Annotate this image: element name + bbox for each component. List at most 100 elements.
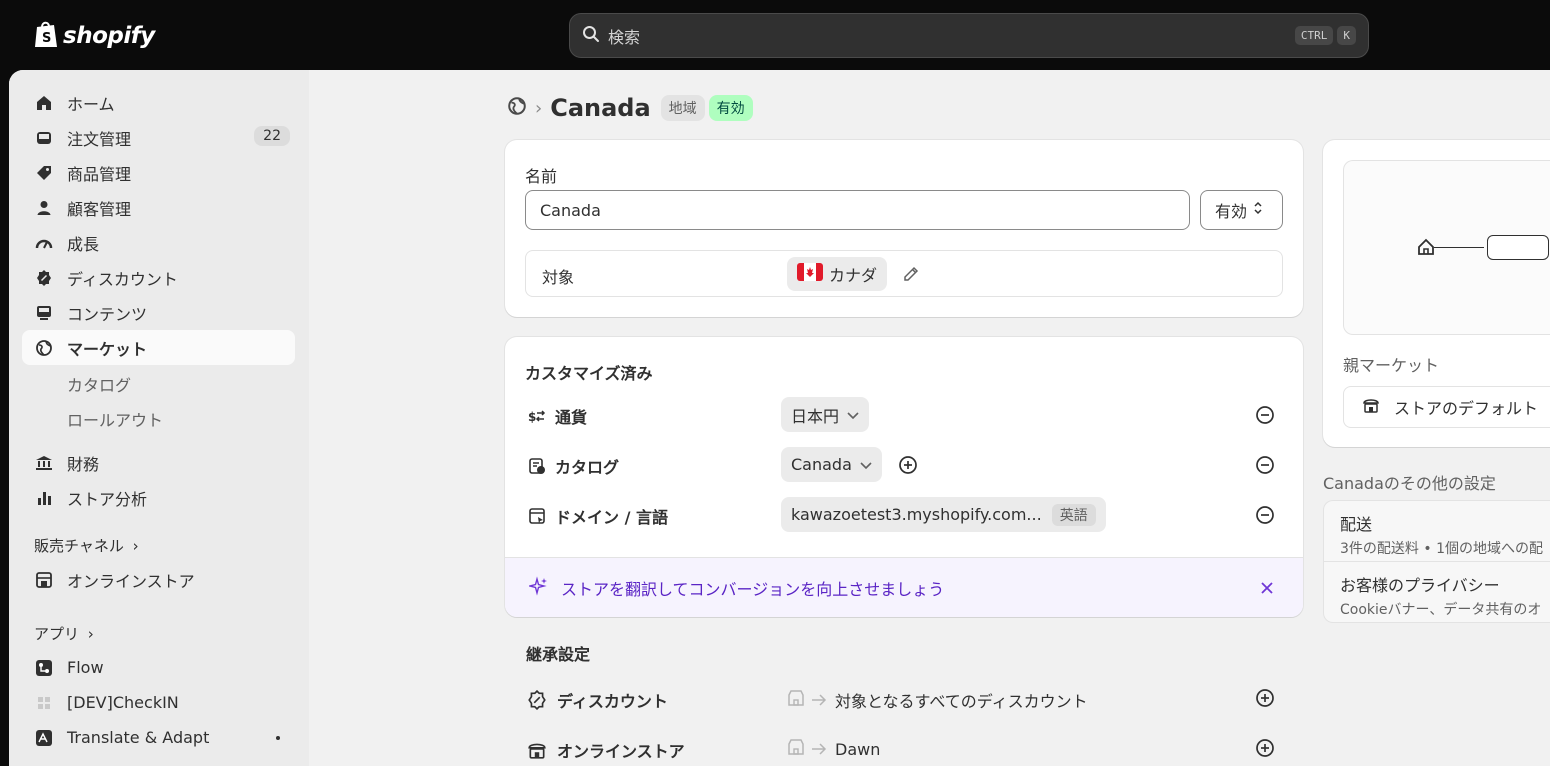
domain-select[interactable]: kawazoetest3.myshopify.com... 英語 [781, 497, 1106, 532]
catalog-label: カタログ [555, 458, 620, 477]
logo-text: shopify [63, 23, 155, 49]
search-bar[interactable]: 検索 CTRL K [569, 13, 1369, 58]
close-icon[interactable] [1260, 580, 1274, 599]
discount-icon [34, 268, 54, 288]
shopify-logo[interactable]: S shopify [33, 19, 155, 53]
add-discount-icon[interactable] [1255, 688, 1275, 708]
currency-select[interactable]: 日本円 [781, 397, 870, 432]
inherited-discount-value: 対象となるすべてのディスカウント [835, 692, 1088, 711]
sidebar-item-app-flow[interactable]: Flow [22, 650, 295, 685]
sidebar-item-content[interactable]: コンテンツ [22, 295, 295, 330]
add-online-store-icon[interactable] [1255, 738, 1275, 758]
currency-label: 通貨 [555, 408, 588, 427]
chevron-right-icon: › [132, 537, 139, 555]
domain-label: ドメイン / 言語 [555, 508, 668, 527]
sidebar-item-orders[interactable]: 注文管理 22 [22, 120, 295, 155]
search-placeholder: 検索 [608, 27, 641, 47]
sales-channels-label: 販売チャネル [34, 537, 124, 555]
inbox-icon [34, 128, 54, 148]
chevron-down-icon [847, 405, 859, 424]
sidebar-item-finance[interactable]: 財務 [22, 445, 295, 480]
globe-icon [34, 338, 54, 358]
catalog-select[interactable]: Canada [781, 447, 882, 482]
edit-pencil-icon[interactable] [902, 265, 920, 287]
sidebar-item-label: コンテンツ [67, 304, 148, 324]
add-catalog-icon[interactable] [898, 455, 918, 475]
inherited-online-store-label: オンラインストア [557, 742, 685, 761]
svg-text:$: $ [528, 410, 536, 424]
remove-domain-icon[interactable] [1255, 505, 1275, 525]
status-select[interactable]: 有効 [1200, 190, 1283, 230]
sidebar-item-online-store[interactable]: オンラインストア [22, 562, 295, 597]
target-country-pill[interactable]: カナダ [787, 257, 888, 291]
privacy-setting-item[interactable]: お客様のプライバシー Cookieバナー、データ共有のオ [1324, 562, 1550, 622]
translate-banner[interactable]: ストアを翻訳してコンバージョンを向上させましょう [505, 557, 1303, 617]
sidebar-item-markets[interactable]: マーケット [22, 330, 295, 365]
status-badge: 有効 [708, 95, 753, 121]
sidebar-item-products[interactable]: 商品管理 [22, 155, 295, 190]
currency-value: 日本円 [791, 406, 840, 426]
target-row: 対象 カナダ [525, 250, 1283, 297]
domain-row: ドメイン / 言語 [527, 504, 668, 528]
region-badge: 地域 [660, 95, 705, 121]
page-title: Canada [550, 94, 651, 122]
sidebar-item-label: ディスカウント [67, 269, 178, 289]
sidebar-item-growth[interactable]: 成長 [22, 225, 295, 260]
sidebar-item-analytics[interactable]: ストア分析 [22, 480, 295, 515]
sidebar-subitem-catalog[interactable]: カタログ [67, 372, 131, 396]
shortcut-k: K [1337, 26, 1356, 45]
privacy-desc: Cookieバナー、データ共有のオ [1340, 602, 1542, 618]
name-input-value: Canada [540, 200, 601, 220]
currency-exchange-icon: $ [527, 406, 547, 426]
sidebar-item-discounts[interactable]: ディスカウント [22, 260, 295, 295]
store-icon [34, 570, 54, 590]
privacy-title: お客様のプライバシー [1340, 576, 1500, 595]
sidebar-item-app-checkin[interactable]: [DEV]CheckIN [22, 685, 295, 720]
arrow-right-icon [811, 691, 827, 710]
translate-app-icon [34, 728, 54, 748]
store-icon [1362, 396, 1380, 418]
parent-market-label: 親マーケット [1343, 356, 1440, 375]
grid-app-icon [34, 693, 54, 713]
inherited-online-store-value-row: Dawn [787, 738, 880, 760]
inherited-online-store-value: Dawn [835, 739, 881, 759]
sidebar-item-label: ホーム [67, 94, 115, 114]
sidebar-subitem-rollout[interactable]: ロールアウト [67, 407, 163, 431]
sidebar-item-label: 財務 [67, 454, 100, 474]
shipping-setting-item[interactable]: 配送 3件の配送料 • 1個の地域への配 [1324, 501, 1550, 562]
store-outline-icon [787, 689, 805, 711]
sidebar-item-label: ストア分析 [67, 489, 148, 509]
svg-text:S: S [42, 31, 51, 46]
target-label: 対象 [542, 268, 575, 287]
customized-card: カスタマイズ済み $ 通貨 日本円 カタログ Canada ドメイン / 言語 … [505, 337, 1303, 617]
discount-outline-icon [527, 690, 547, 710]
inherited-discount-value-row: 対象となるすべてのディスカウント [787, 688, 1088, 712]
sidebar-item-home[interactable]: ホーム [22, 85, 295, 120]
sidebar-item-label: Translate & Adapt [67, 728, 210, 747]
sidebar-item-customers[interactable]: 顧客管理 [22, 190, 295, 225]
search-icon [582, 25, 600, 47]
name-card: 名前 Canada 有効 対象 カナダ [505, 140, 1303, 317]
pin-dot-icon [276, 736, 280, 740]
connector-line [1434, 247, 1484, 248]
name-input[interactable]: Canada [525, 190, 1190, 230]
sidebar-item-label: Flow [67, 658, 104, 677]
catalog-value: Canada [791, 455, 852, 474]
inherited-discount-label: ディスカウント [557, 692, 668, 711]
remove-catalog-icon[interactable] [1255, 455, 1275, 475]
market-hierarchy-diagram [1343, 160, 1550, 335]
arrow-right-icon [811, 740, 827, 759]
market-node [1487, 235, 1549, 260]
apps-label: アプリ [34, 625, 80, 643]
apps-section[interactable]: アプリ › [34, 623, 94, 644]
status-select-value: 有効 [1215, 202, 1248, 221]
store-outline-icon [787, 738, 805, 760]
parent-market-card: 親マーケット ストアのデフォルト [1323, 140, 1550, 447]
parent-market-value: ストアのデフォルト [1394, 399, 1539, 418]
globe-icon[interactable] [507, 96, 527, 120]
sidebar-item-label: マーケット [67, 339, 148, 359]
sidebar-item-app-translate[interactable]: Translate & Adapt [22, 720, 295, 755]
sales-channels-section[interactable]: 販売チャネル › [34, 535, 139, 556]
remove-currency-icon[interactable] [1255, 405, 1275, 425]
parent-market-button[interactable]: ストアのデフォルト [1343, 386, 1550, 428]
